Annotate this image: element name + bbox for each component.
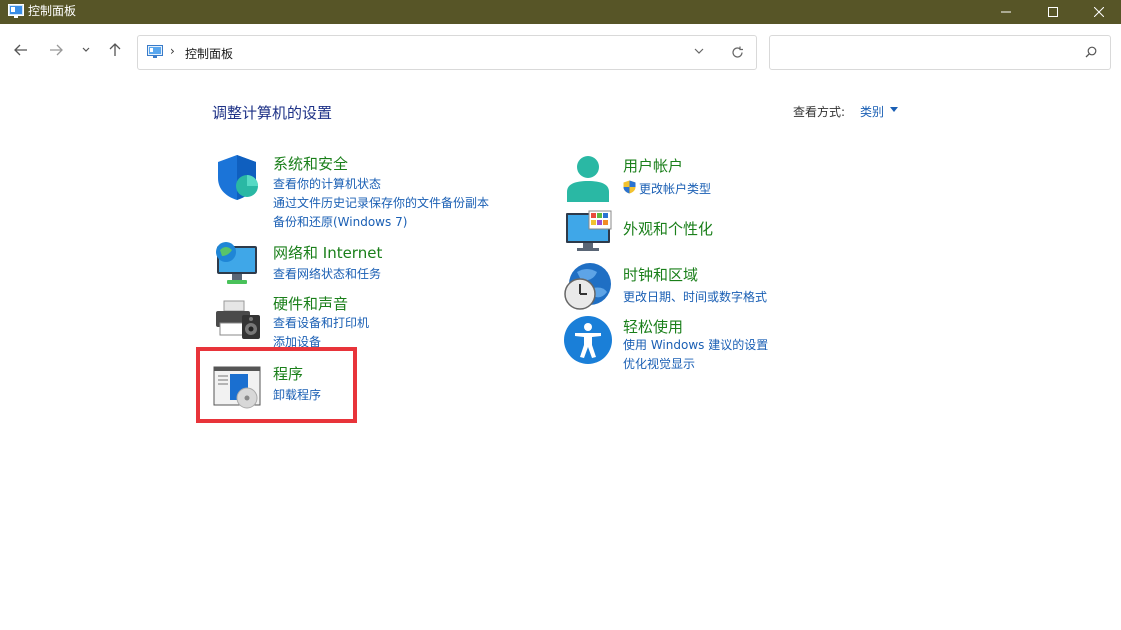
link-date-time-format[interactable]: 更改日期、时间或数字格式 [623, 288, 767, 305]
refresh-icon[interactable] [731, 46, 744, 59]
recent-locations-button[interactable] [74, 38, 98, 62]
link-view-computer-status[interactable]: 查看你的计算机状态 [273, 175, 381, 192]
link-network-status[interactable]: 查看网络状态和任务 [273, 265, 381, 282]
uac-shield-icon [623, 180, 636, 194]
accessibility-icon [564, 316, 612, 364]
control-panel-icon [8, 4, 24, 18]
minimize-button[interactable] [983, 0, 1029, 24]
window-title: 控制面板 [28, 4, 77, 18]
close-button[interactable] [1076, 0, 1121, 24]
search-box[interactable] [769, 35, 1111, 70]
category-title[interactable]: 用户帐户 [623, 155, 683, 176]
up-button[interactable] [103, 38, 127, 62]
clock-globe-icon [564, 263, 611, 310]
maximize-button[interactable] [1030, 0, 1076, 24]
highlight-box [196, 347, 357, 423]
category-title[interactable]: 时钟和区域 [623, 264, 698, 285]
appearance-icon [566, 210, 612, 251]
security-shield-icon [218, 155, 258, 200]
link-recommended-settings[interactable]: 使用 Windows 建议的设置 [623, 336, 768, 353]
back-button[interactable] [9, 38, 33, 62]
link-optimize-display[interactable]: 优化视觉显示 [623, 355, 695, 372]
view-by-label: 查看方式: [793, 105, 846, 119]
up-arrow-icon [109, 43, 121, 56]
breadcrumb[interactable]: 控制面板 [185, 45, 233, 62]
page-heading: 调整计算机的设置 [212, 104, 333, 122]
network-icon [216, 242, 257, 284]
chevron-down-icon[interactable] [694, 48, 704, 54]
link-backup-restore[interactable]: 备份和还原(Windows 7) [273, 213, 407, 230]
breadcrumb-separator[interactable]: › [170, 44, 175, 58]
link-devices-printers[interactable]: 查看设备和打印机 [273, 314, 369, 331]
back-arrow-icon [14, 44, 27, 56]
address-bar[interactable]: › 控制面板 [137, 35, 757, 70]
search-icon[interactable] [1085, 46, 1097, 58]
forward-arrow-icon [50, 44, 63, 56]
category-title[interactable]: 外观和个性化 [623, 218, 713, 239]
link-change-account-type[interactable]: 更改帐户类型 [639, 180, 711, 197]
close-icon [1094, 7, 1104, 17]
category-title[interactable]: 网络和 Internet [273, 242, 382, 263]
category-title[interactable]: 轻松使用 [623, 316, 683, 337]
category-title[interactable]: 系统和安全 [273, 153, 348, 174]
category-title[interactable]: 硬件和声音 [273, 293, 348, 314]
link-file-history[interactable]: 通过文件历史记录保存你的文件备份副本 [273, 194, 489, 211]
forward-button[interactable] [44, 38, 68, 62]
title-bar: 控制面板 [0, 0, 1121, 24]
view-by-dropdown[interactable]: 类别 [860, 103, 884, 120]
control-panel-icon [147, 45, 163, 58]
chevron-down-icon [82, 47, 90, 52]
maximize-icon [1048, 7, 1058, 17]
dropdown-arrow-icon[interactable] [890, 107, 898, 112]
minimize-icon [1001, 11, 1011, 13]
printer-speaker-icon [216, 300, 260, 339]
search-input[interactable] [778, 43, 1078, 63]
user-accounts-icon [567, 156, 609, 202]
